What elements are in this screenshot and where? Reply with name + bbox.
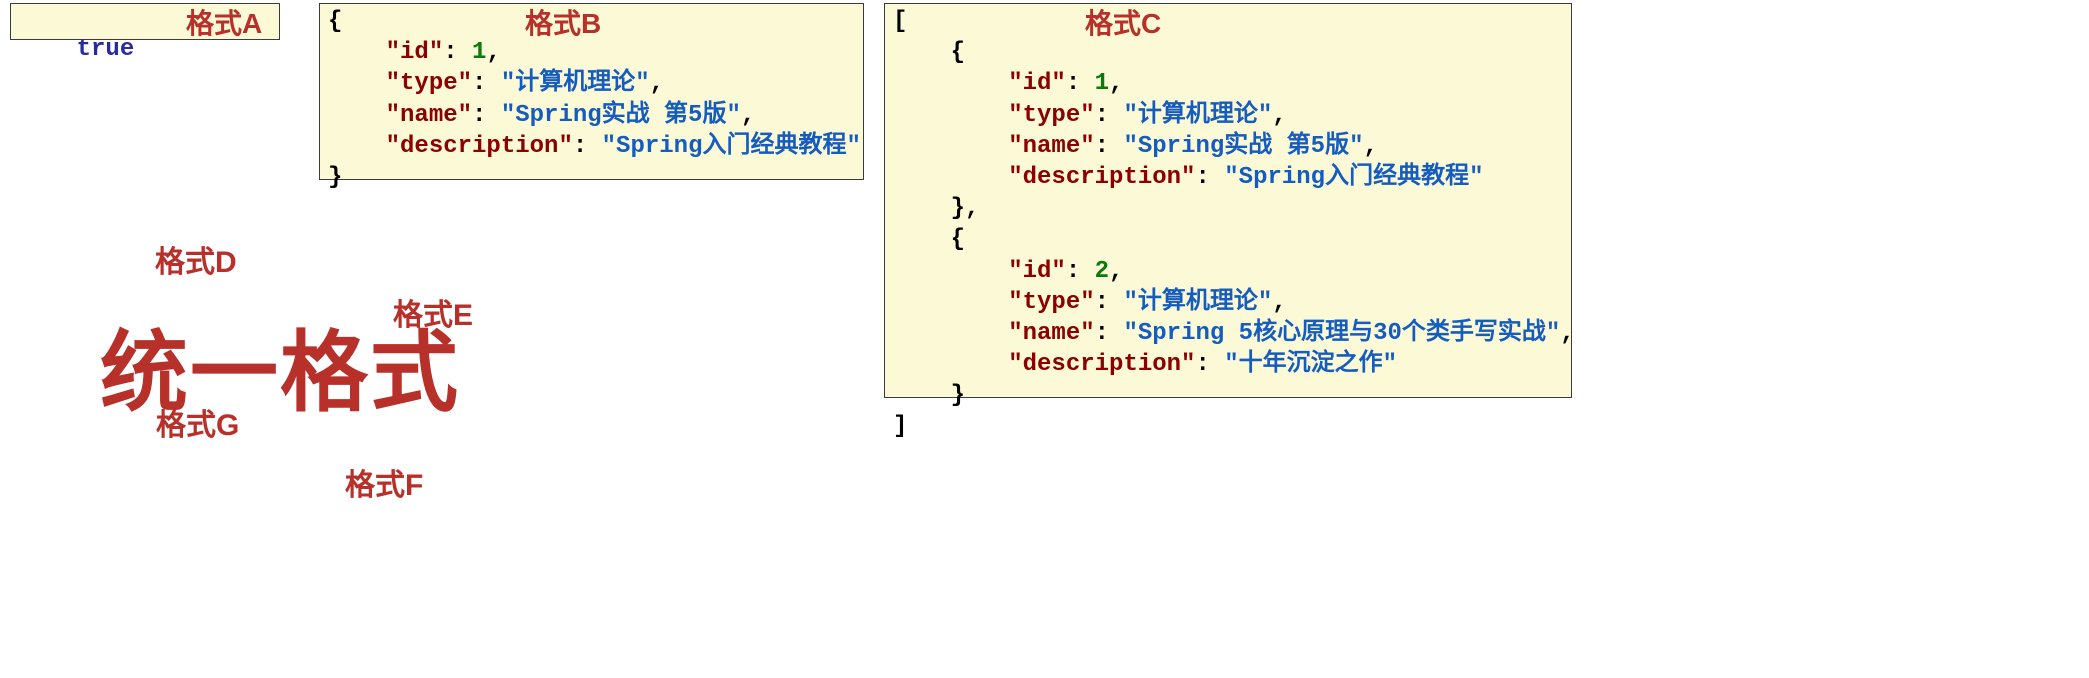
format-c-label: 格式C (1085, 2, 1161, 42)
format-c-box: [ { "id": 1, "type": "计算机理论", "name": "S… (884, 3, 1572, 398)
format-g-label: 格式G (156, 400, 239, 444)
format-c-code: [ { "id": 1, "type": "计算机理论", "name": "S… (893, 6, 1563, 443)
format-f-label: 格式F (345, 460, 423, 504)
format-b-label: 格式B (525, 2, 601, 42)
format-a-label: 格式A (186, 2, 262, 42)
format-a-content: true (77, 36, 135, 63)
format-d-label: 格式D (155, 237, 237, 281)
unified-format-title: 统一格式 (100, 302, 460, 429)
